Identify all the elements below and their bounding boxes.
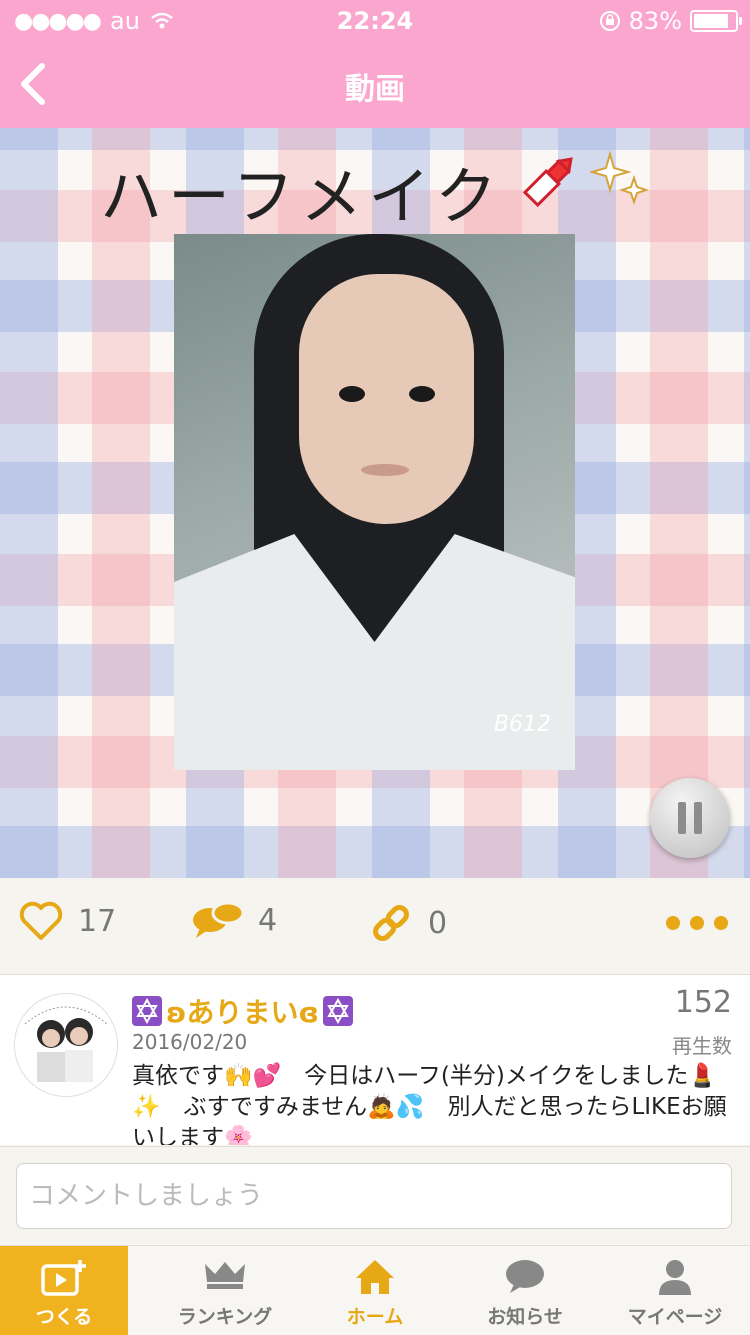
sparkles-icon: [590, 150, 650, 206]
action-bar: 17 4 0: [0, 878, 750, 975]
watermark: B612: [493, 712, 551, 737]
user-icon: [659, 1260, 691, 1295]
hexagram-icon: [322, 996, 353, 1026]
tab-notifications-label: お知らせ: [487, 1306, 563, 1328]
battery-percent: 83%: [628, 7, 682, 35]
chat-bubble-icon: [506, 1260, 544, 1293]
comment-bubbles-icon: [193, 901, 244, 938]
status-right: 83%: [599, 7, 742, 35]
battery-icon: [690, 10, 742, 32]
avatar-image: [15, 994, 117, 1096]
create-video-icon: [41, 1260, 86, 1296]
link-icon: [373, 905, 409, 941]
post-info: ʚありまいɞ 2016/02/20 152 再生数 真依です🙌💕 今日はハーフ(…: [0, 975, 750, 1145]
post-description: 真依です🙌💕 今日はハーフ(半分)メイクをしました💄✨ ぶすですみません🙇💦 別…: [132, 1063, 727, 1145]
tab-home[interactable]: ホーム: [300, 1246, 450, 1335]
post-date: 2016/02/20: [132, 1030, 248, 1054]
share-count: 0: [428, 905, 448, 941]
tab-bar: つくる ランキング ホーム お知らせ マイページ: [0, 1245, 750, 1335]
play-count: 152: [674, 985, 732, 1020]
lipstick-icon: [522, 157, 573, 208]
tab-create[interactable]: つくる: [0, 1246, 128, 1335]
video-player[interactable]: ハーフメイク B612: [0, 128, 750, 878]
photo-eye-right: [409, 386, 435, 402]
avatar[interactable]: [14, 993, 118, 1097]
pause-button[interactable]: [650, 778, 730, 858]
tab-home-label: ホーム: [346, 1306, 404, 1328]
home-icon: [356, 1260, 394, 1294]
tab-create-label: つくる: [35, 1306, 93, 1328]
nav-bar: 動画: [0, 40, 750, 128]
video-overlay-title: ハーフメイク: [100, 160, 504, 233]
video-frame: B612: [174, 234, 575, 770]
comment-bar: [0, 1146, 750, 1245]
photo-mouth: [361, 464, 409, 476]
crown-icon: [205, 1262, 245, 1289]
share-link-button[interactable]: 0: [368, 900, 447, 946]
comment-input[interactable]: [16, 1163, 732, 1229]
comment-count: 4: [258, 902, 278, 938]
tab-ranking-label: ランキング: [177, 1306, 273, 1328]
photo-eye-left: [339, 386, 365, 402]
play-count-label: 再生数: [672, 1034, 732, 1058]
more-options-icon[interactable]: [666, 916, 728, 930]
tab-notifications[interactable]: お知らせ: [450, 1246, 600, 1335]
author-name: ʚありまいɞ: [166, 996, 319, 1029]
tab-mypage-label: マイページ: [627, 1306, 723, 1328]
heart-icon: [19, 901, 63, 940]
status-bar: ●●●●● au 22:24 83%: [0, 0, 750, 40]
like-button[interactable]: 17: [18, 900, 116, 942]
author-name-row[interactable]: ʚありまいɞ: [132, 991, 353, 1031]
like-count: 17: [78, 903, 117, 939]
hexagram-icon: [132, 996, 162, 1026]
rotation-lock-icon: [599, 11, 620, 31]
tab-ranking[interactable]: ランキング: [150, 1246, 300, 1335]
tab-mypage[interactable]: マイページ: [600, 1246, 750, 1335]
comment-button[interactable]: 4: [192, 900, 277, 940]
photo-subject-face: [299, 274, 474, 524]
page-title: 動画: [345, 72, 405, 107]
